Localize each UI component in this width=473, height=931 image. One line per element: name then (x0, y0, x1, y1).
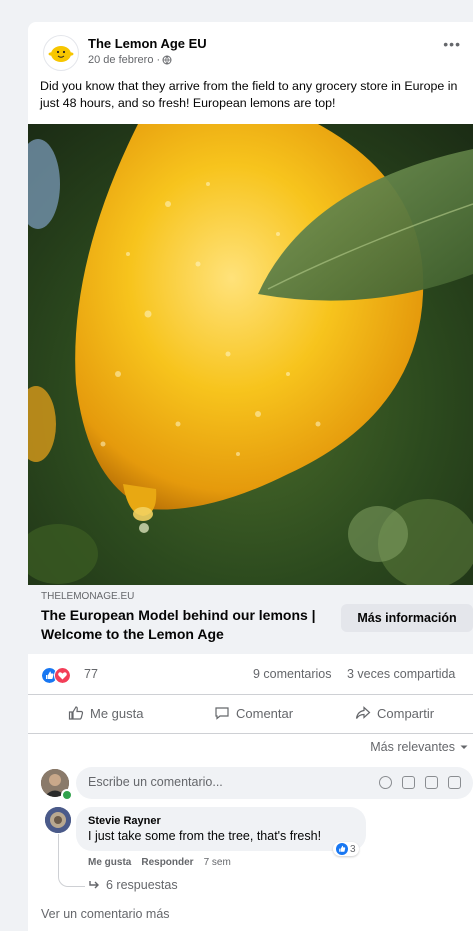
globe-icon (162, 55, 172, 65)
post-text: Did you know that they arrive from the f… (40, 79, 458, 110)
comment-time[interactable]: 7 sem (204, 857, 231, 868)
reaction-summary: 77 9 comentarios 3 veces compartida (28, 654, 473, 695)
post-photo[interactable] (28, 124, 473, 585)
share-button-label: Compartir (377, 705, 435, 721)
camera-icon[interactable] (402, 776, 415, 789)
reaction-icons[interactable] (41, 667, 71, 684)
link-domain: THELEMONAGE.EU (41, 591, 135, 602)
sort-label: Más relevantes (370, 740, 455, 754)
more-options-icon[interactable]: ••• (443, 36, 461, 52)
replies-count: 6 respuestas (106, 878, 178, 892)
comment-button-label: Comentar (236, 705, 294, 721)
share-button[interactable]: Compartir (355, 705, 434, 721)
reaction-count[interactable]: 77 (84, 667, 98, 681)
lemon-logo-icon (48, 46, 74, 62)
page-name[interactable]: The Lemon Age EU (88, 36, 207, 51)
link-title[interactable]: The European Model behind our lemons | W… (41, 606, 331, 644)
comment-author[interactable]: Stevie Rayner (88, 815, 161, 827)
comment-reply-link[interactable]: Responder (141, 857, 193, 868)
like-reaction-icon (336, 843, 348, 855)
comment-button[interactable]: Comentar (214, 705, 293, 721)
lemon-photo (28, 124, 473, 585)
page-avatar[interactable] (43, 35, 79, 71)
caret-down-icon (460, 745, 468, 749)
comment-input-placeholder: Escribe un comentario... (88, 775, 223, 789)
share-icon (355, 706, 371, 719)
reply-arrow-icon (89, 881, 99, 889)
comment-sort-dropdown[interactable]: Más relevantes (370, 740, 469, 754)
love-reaction-icon (54, 667, 71, 684)
comment-bubble: Stevie Rayner I just take some from the … (76, 807, 366, 851)
comment-actions: Me gusta Responder 7 sem (88, 857, 231, 868)
more-info-button[interactable]: Más información (341, 604, 473, 632)
view-replies-link[interactable]: 6 respuestas (88, 878, 178, 892)
shares-count[interactable]: 3 veces compartida (347, 667, 455, 681)
action-bar: Me gusta Comentar Compartir (28, 695, 473, 734)
thumbs-up-icon (68, 706, 84, 720)
post-header: The Lemon Age EU 20 de febrero · ••• (28, 22, 473, 72)
online-status-dot (61, 789, 73, 801)
comments-count[interactable]: 9 comentarios (253, 667, 332, 681)
comment-reaction-badge[interactable]: 3 (333, 842, 359, 856)
gif-icon[interactable] (425, 776, 438, 789)
comment-like-link[interactable]: Me gusta (88, 857, 131, 868)
comment-reaction-count: 3 (350, 843, 356, 855)
composer-icons (379, 776, 461, 789)
emoji-icon[interactable] (379, 776, 392, 789)
link-preview[interactable]: THELEMONAGE.EU The European Model behind… (28, 585, 473, 654)
commenter-avatar-image (45, 807, 71, 833)
sticker-icon[interactable] (448, 776, 461, 789)
view-more-comments-link[interactable]: Ver un comentario más (41, 907, 170, 921)
post-date[interactable]: 20 de febrero · (88, 54, 172, 66)
comment-input[interactable]: Escribe un comentario... (76, 767, 473, 799)
commenter-avatar[interactable] (45, 807, 71, 833)
like-button-label: Me gusta (90, 705, 144, 721)
comment-text: I just take some from the tree, that's f… (88, 829, 322, 843)
post-card: The Lemon Age EU 20 de febrero · ••• Did… (28, 22, 473, 931)
comment-icon (215, 707, 229, 720)
like-button[interactable]: Me gusta (68, 705, 143, 721)
post-date-text: 20 de febrero · (88, 54, 161, 66)
